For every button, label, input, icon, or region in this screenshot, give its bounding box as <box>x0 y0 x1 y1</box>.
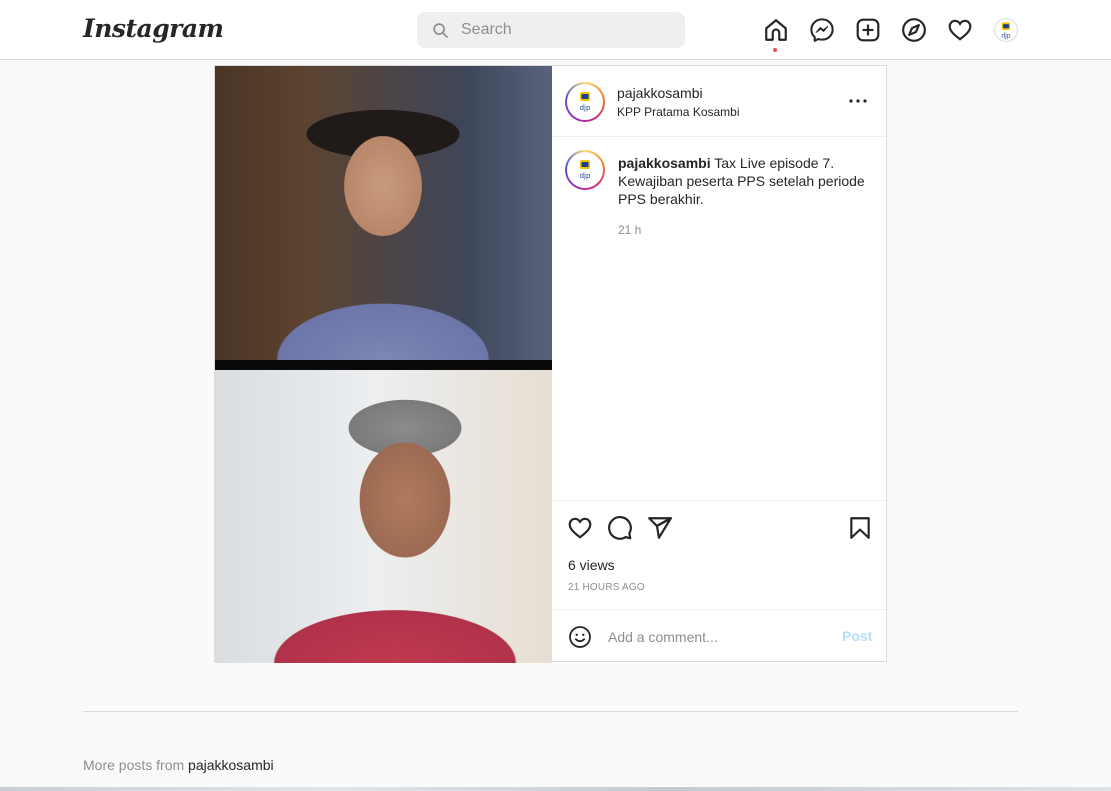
caption-avatar[interactable]: djp <box>565 150 605 190</box>
post-card: djp pajakkosambi KPP Pratama Kosambi djp <box>214 65 887 663</box>
svg-text:djp: djp <box>580 172 591 180</box>
activity-heart-icon[interactable] <box>947 17 973 43</box>
djp-logo-icon: djp <box>1001 22 1011 40</box>
new-post-icon[interactable] <box>855 17 881 43</box>
author-username[interactable]: pajakkosambi <box>617 85 703 101</box>
explore-icon[interactable] <box>901 17 927 43</box>
author-location[interactable]: KPP Pratama Kosambi <box>617 105 740 119</box>
post-side-panel: djp pajakkosambi KPP Pratama Kosambi djp <box>552 66 886 661</box>
home-icon[interactable] <box>763 17 789 43</box>
post-caption: pajakkosambi Tax Live episode 7. Kewajib… <box>618 154 868 208</box>
notification-dot <box>773 48 777 52</box>
search-icon <box>433 23 449 39</box>
share-icon[interactable] <box>647 515 673 541</box>
messenger-icon[interactable] <box>809 17 835 43</box>
svg-text:djp: djp <box>1001 34 1010 40</box>
post-actions: 6 views 21 HOURS AGO <box>552 500 886 610</box>
more-posts-heading: More posts from pajakkosambi <box>83 757 274 773</box>
section-divider <box>83 711 1018 712</box>
more-options-icon[interactable] <box>848 94 868 108</box>
post-comment-button[interactable]: Post <box>842 628 872 644</box>
author-avatar[interactable]: djp <box>565 82 605 122</box>
instagram-logo[interactable]: Instagram <box>83 14 224 43</box>
post-header: djp pajakkosambi KPP Pratama Kosambi <box>552 66 886 137</box>
search-input[interactable] <box>461 12 671 48</box>
video-frame-guest <box>215 370 552 663</box>
top-nav-bar: Instagram djp <box>0 0 1111 60</box>
more-posts-prefix: More posts from <box>83 757 185 773</box>
save-bookmark-icon[interactable] <box>847 515 873 541</box>
emoji-icon[interactable] <box>568 625 592 649</box>
caption-timestamp[interactable]: 21 h <box>618 223 641 237</box>
profile-avatar[interactable]: djp <box>994 18 1018 42</box>
search-box[interactable] <box>417 12 685 48</box>
video-frame-host <box>215 66 552 360</box>
comment-icon[interactable] <box>607 515 633 541</box>
video-split-divider <box>215 360 552 370</box>
more-posts-username[interactable]: pajakkosambi <box>188 757 274 773</box>
djp-logo-icon: djp <box>580 160 591 180</box>
post-video[interactable] <box>215 66 552 663</box>
like-heart-icon[interactable] <box>567 515 593 541</box>
comment-bar: Post <box>552 609 886 661</box>
comment-input[interactable] <box>608 624 828 650</box>
caption-username[interactable]: pajakkosambi <box>618 155 711 171</box>
svg-text:djp: djp <box>580 104 591 112</box>
djp-logo-icon: djp <box>580 92 591 112</box>
view-count[interactable]: 6 views <box>568 557 615 573</box>
more-posts-grid-edge <box>0 787 1111 791</box>
posted-timestamp: 21 HOURS AGO <box>568 582 645 593</box>
